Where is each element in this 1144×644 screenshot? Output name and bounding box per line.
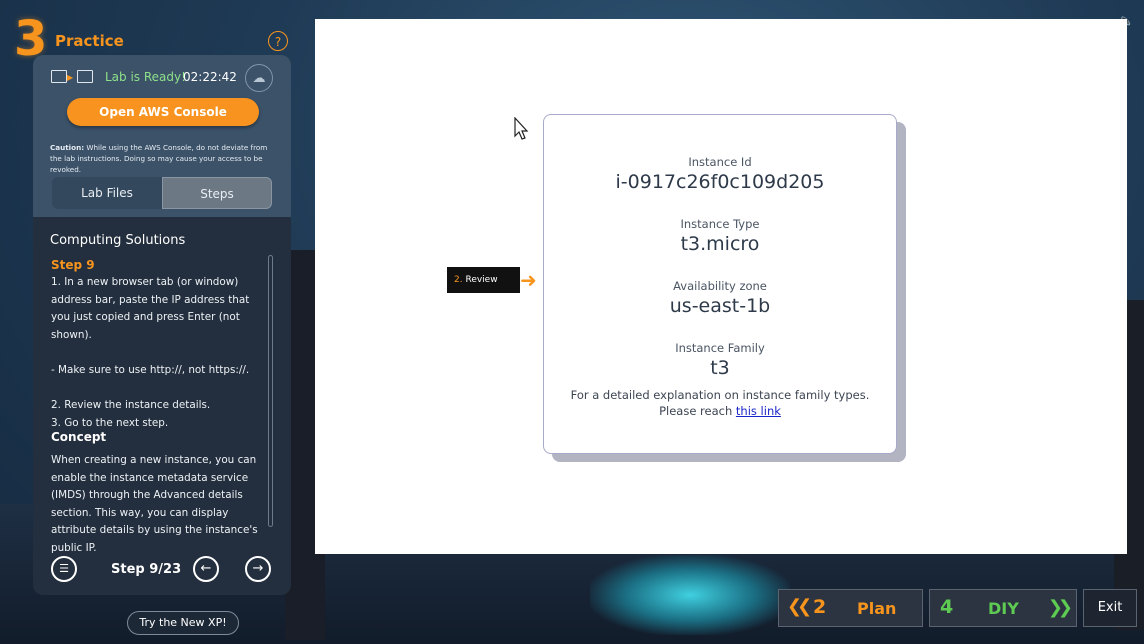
step-instructions: 1. In a new browser tab (or window) addr… bbox=[51, 276, 250, 429]
diy-nav-button[interactable]: 4 DIY ❯❯ bbox=[929, 589, 1077, 627]
chevron-right-icon: ❯❯ bbox=[1047, 597, 1073, 618]
callout-number: 2. bbox=[454, 275, 463, 285]
instance-family-note: For a detailed explanation on instance f… bbox=[544, 387, 896, 419]
lab-panel: ▶ Lab is Ready! 02:22:42 ☁ Open AWS Cons… bbox=[33, 55, 291, 595]
review-callout: 2. Review bbox=[447, 267, 520, 293]
cursor-icon bbox=[514, 117, 529, 140]
caution-note: Caution: While using the AWS Console, do… bbox=[50, 142, 280, 175]
instance-family-value: t3 bbox=[710, 357, 730, 379]
diy-number: 4 bbox=[940, 596, 954, 618]
instance-id-value: i-0917c26f0c109d205 bbox=[615, 171, 825, 193]
arrow-left-icon[interactable]: ← bbox=[193, 556, 219, 582]
lab-tabs: Lab Files Steps bbox=[52, 177, 272, 209]
step-label: Step 9 bbox=[51, 258, 95, 272]
arrow-right-icon[interactable]: → bbox=[245, 556, 271, 582]
note-line-1: For a detailed explanation on instance f… bbox=[570, 388, 870, 402]
open-aws-console-button[interactable]: Open AWS Console bbox=[67, 98, 259, 126]
try-new-xp-button[interactable]: Try the New XP! bbox=[127, 611, 239, 635]
lab-status: Lab is Ready! bbox=[105, 70, 186, 84]
concept-text: When creating a new instance, you can en… bbox=[51, 454, 258, 554]
availability-zone-value: us-east-1b bbox=[669, 295, 771, 317]
tab-lab-files[interactable]: Lab Files bbox=[52, 177, 162, 209]
callout-arrow-icon: ➜ bbox=[520, 268, 537, 292]
help-icon[interactable]: ? bbox=[268, 31, 288, 51]
background-platform-glow bbox=[590, 555, 790, 635]
note-line-2-text: Please reach bbox=[659, 404, 733, 418]
callout-label: Review bbox=[465, 275, 498, 285]
chevron-left-icon: ❮❮ bbox=[787, 596, 812, 617]
plan-nav-button[interactable]: ❮❮ 2 Plan bbox=[778, 589, 923, 627]
lab-connection-icon: ▶ bbox=[51, 70, 95, 84]
exit-button[interactable]: Exit bbox=[1083, 589, 1137, 627]
caution-label: Caution: bbox=[50, 143, 85, 152]
instance-type-value: t3.micro bbox=[680, 233, 760, 255]
availability-zone-label: Availability zone bbox=[673, 279, 767, 293]
diy-label: DIY bbox=[988, 599, 1019, 618]
plan-label: Plan bbox=[857, 599, 897, 618]
phase-title: Practice bbox=[55, 32, 124, 50]
step-counter: Step 9/23 bbox=[111, 562, 182, 577]
instance-family-link[interactable]: this link bbox=[736, 404, 781, 418]
lab-panel-top: ▶ Lab is Ready! 02:22:42 ☁ Open AWS Cons… bbox=[33, 55, 291, 217]
plan-number: 2 bbox=[813, 596, 827, 618]
lab-timer: 02:22:42 bbox=[183, 70, 237, 84]
instance-id-label: Instance Id bbox=[688, 155, 752, 169]
list-icon[interactable]: ☰ bbox=[51, 556, 77, 582]
cloud-icon[interactable]: ☁ bbox=[245, 64, 273, 92]
instance-type-label: Instance Type bbox=[680, 217, 760, 231]
tab-steps[interactable]: Steps bbox=[162, 177, 272, 209]
instance-card: Instance Id i-0917c26f0c109d205 Instance… bbox=[543, 114, 897, 454]
lesson-title: Computing Solutions bbox=[50, 233, 186, 248]
note-line-2: Please reach this link bbox=[544, 403, 896, 419]
steps-scrollbar[interactable] bbox=[268, 255, 273, 527]
concept-label: Concept bbox=[51, 430, 107, 444]
instance-family-label: Instance Family bbox=[675, 341, 765, 355]
